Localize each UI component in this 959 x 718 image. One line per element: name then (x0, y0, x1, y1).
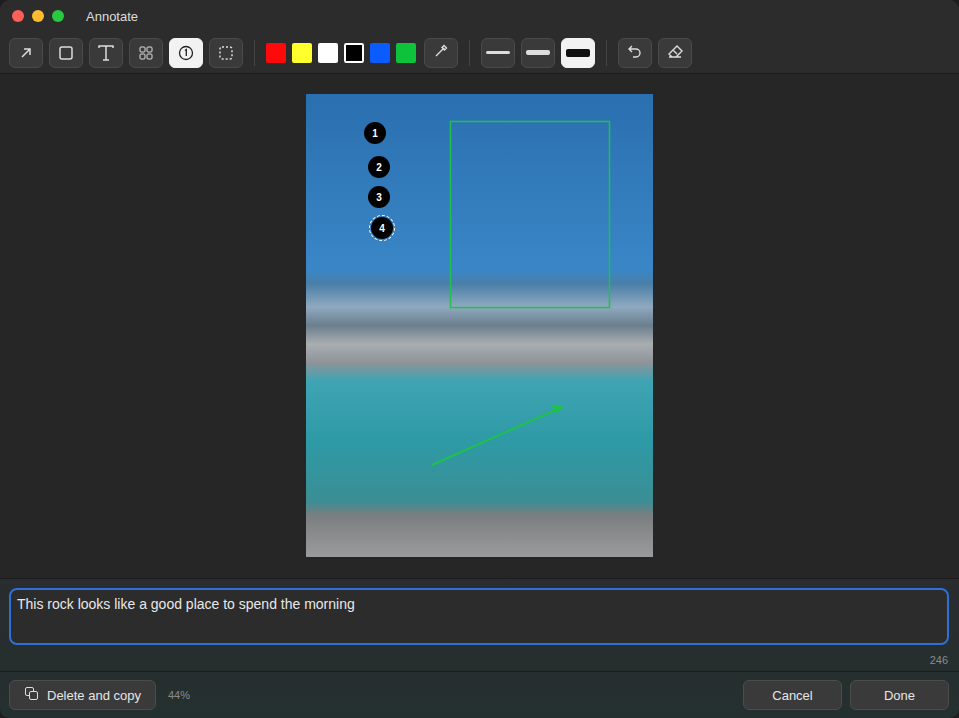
stroke-width-button[interactable] (481, 38, 515, 68)
counter-tool-button[interactable] (169, 38, 203, 68)
color-swatch[interactable] (292, 43, 312, 63)
eyedropper-icon (433, 43, 449, 63)
done-button[interactable]: Done (850, 680, 949, 710)
eraser-icon (666, 43, 684, 63)
annotation-layer (306, 94, 653, 557)
rectangle-tool-button[interactable] (49, 38, 83, 68)
copy-icon (24, 686, 39, 704)
window-control[interactable] (12, 10, 24, 22)
text-tool-button[interactable] (89, 38, 123, 68)
pixelate-icon (138, 45, 154, 61)
cancel-button[interactable]: Cancel (743, 680, 842, 710)
canvas: 1 2 3 4 (0, 74, 959, 578)
color-swatch[interactable] (266, 43, 286, 63)
delete-and-copy-button[interactable]: Delete and copy (9, 680, 156, 710)
window-control[interactable] (52, 10, 64, 22)
separator (606, 40, 607, 66)
arrow-tool-button[interactable] (9, 38, 43, 68)
stroke-width-button[interactable] (521, 38, 555, 68)
color-swatch[interactable] (344, 43, 364, 63)
color-swatch[interactable] (396, 43, 416, 63)
arrow-annotation[interactable] (432, 406, 564, 465)
counter-marker[interactable]: 4 (371, 217, 393, 239)
action-bar: Delete and copy 44% Cancel Done (0, 671, 959, 718)
character-count: 246 (930, 654, 948, 666)
stroke-width-button[interactable] (561, 38, 595, 68)
counter-marker[interactable]: 2 (368, 156, 390, 178)
zoom-level: 44% (168, 689, 190, 701)
arrow-icon (19, 46, 33, 60)
select-tool-button[interactable] (209, 38, 243, 68)
eyedropper-button[interactable] (424, 38, 458, 68)
text-icon (97, 45, 115, 61)
undo-button[interactable] (618, 38, 652, 68)
window-title: Annotate (86, 9, 138, 24)
eraser-button[interactable] (658, 38, 692, 68)
undo-icon (627, 43, 643, 63)
rectangle-icon (58, 45, 74, 61)
counter-icon (178, 45, 194, 61)
pixelate-tool-button[interactable] (129, 38, 163, 68)
title-bar: Annotate (0, 0, 959, 32)
bottom-panel: This rock looks like a good place to spe… (0, 578, 959, 718)
separator (469, 40, 470, 66)
counter-marker[interactable]: 1 (364, 122, 386, 144)
window-control[interactable] (32, 10, 44, 22)
separator (254, 40, 255, 66)
photo: 1 2 3 4 (306, 94, 653, 557)
rectangle-annotation[interactable] (451, 122, 610, 308)
color-swatch[interactable] (318, 43, 338, 63)
counter-marker[interactable]: 3 (368, 186, 390, 208)
color-swatch[interactable] (370, 43, 390, 63)
caption-field[interactable]: This rock looks like a good place to spe… (9, 588, 949, 645)
select-icon (218, 45, 234, 61)
toolbar (0, 32, 959, 74)
